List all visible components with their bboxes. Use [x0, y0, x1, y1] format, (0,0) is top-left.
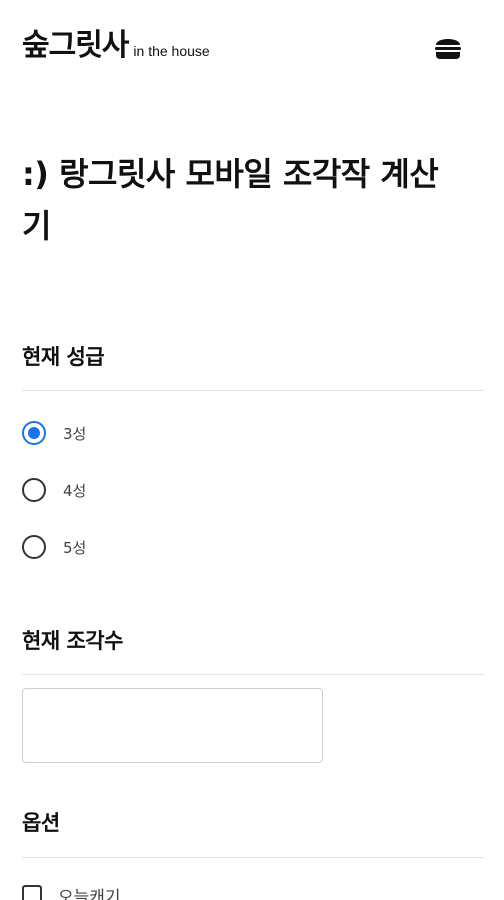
options-section-heading: 옵션: [22, 811, 60, 835]
header: 숲그릿사 in the house: [22, 24, 482, 74]
brand-logo[interactable]: 숲그릿사 in the house: [22, 24, 210, 68]
radio-button-checked[interactable]: [22, 421, 46, 445]
page-title: :) 랑그릿사 모바일 조각작 계산기: [22, 155, 439, 245]
divider: [22, 390, 484, 391]
checkbox-label: 오늘캐기: [58, 887, 121, 900]
grade-section-heading: 현재 성급: [22, 345, 105, 369]
divider: [22, 857, 484, 858]
hamburger-icon: [435, 39, 461, 59]
radio-button[interactable]: [22, 478, 46, 502]
divider: [22, 674, 484, 675]
brand-title: 숲그릿사: [22, 28, 129, 63]
menu-button[interactable]: [432, 34, 464, 62]
radio-dot: [28, 427, 40, 439]
piece-count-input[interactable]: [22, 688, 323, 763]
radio-option-3star[interactable]: 3성: [22, 419, 86, 447]
brand-subtitle: in the house: [133, 43, 210, 59]
radio-label: 5성: [63, 538, 87, 557]
radio-label: 4성: [63, 481, 87, 500]
page: 숲그릿사 in the house :) 랑그릿사 모바일 조각작 계산기 현재…: [0, 0, 504, 900]
radio-label: 3성: [63, 424, 87, 443]
checkbox[interactable]: [22, 885, 42, 900]
pieces-section-heading: 현재 조각수: [22, 629, 123, 653]
checkbox-option-today[interactable]: 오늘캐기: [22, 882, 121, 900]
radio-option-5star[interactable]: 5성: [22, 533, 86, 561]
radio-option-4star[interactable]: 4성: [22, 476, 86, 504]
radio-button[interactable]: [22, 535, 46, 559]
